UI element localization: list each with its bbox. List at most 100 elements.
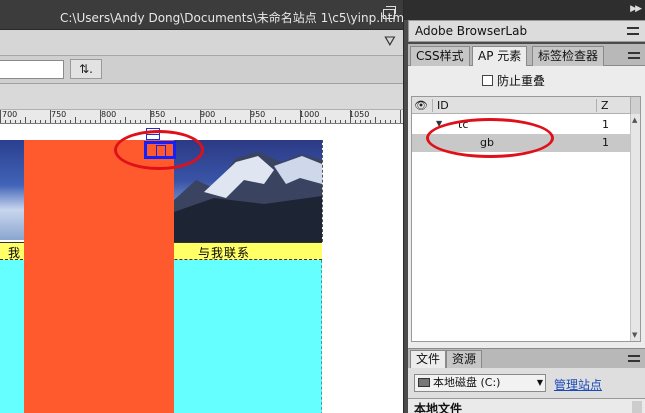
ruler-tick <box>75 117 76 123</box>
column-header-id[interactable]: ID <box>432 99 449 112</box>
tab-tag-inspector[interactable]: 标签检查器 <box>532 46 605 66</box>
ruler-tick <box>205 120 206 123</box>
annotation-ellipse <box>426 118 554 158</box>
restore-window-icon[interactable] <box>383 6 396 19</box>
nav-item[interactable]: 我 <box>8 244 20 261</box>
manage-sites-link[interactable]: 管理站点 <box>554 376 602 393</box>
ruler-tick <box>95 120 96 123</box>
design-canvas[interactable]: 我 与我联系 <box>0 124 403 413</box>
eye-icon[interactable]: 👁 <box>414 99 428 112</box>
tc-ap-div[interactable] <box>24 140 174 413</box>
ruler-tick <box>345 120 346 123</box>
ruler-tick <box>130 120 131 123</box>
ruler-tick <box>105 120 106 123</box>
ap-elements-panel: 防止重叠 👁 ID Z ▼ tc 1 gb 1 ▲ ▼ <box>408 66 645 348</box>
ap-z-index[interactable]: 1 <box>602 118 609 131</box>
ruler-tick <box>220 120 221 123</box>
ruler-tick <box>325 117 326 123</box>
ruler-tick <box>360 120 361 123</box>
ruler-tick <box>100 110 101 123</box>
horizontal-ruler: 700 750 800 850 900 950 1000 1050 <box>0 110 403 124</box>
panel-tabs: CSS样式 AP 元素 标签检查器 <box>408 44 645 66</box>
files-panel-tabs: 文件 资源 <box>408 348 645 369</box>
ruler-label: 700 <box>2 110 18 119</box>
ruler-tick <box>380 120 381 123</box>
ruler-tick <box>260 120 261 123</box>
vertical-scrollbar[interactable]: ▲ ▼ <box>630 114 640 341</box>
panel-menu-icon[interactable] <box>627 27 639 35</box>
ruler-tick <box>240 120 241 123</box>
panel-topbar: ▶▶ <box>404 0 645 20</box>
ruler-tick <box>230 120 231 123</box>
ruler-tick <box>185 120 186 123</box>
ruler-tick <box>315 120 316 123</box>
ruler-tick <box>320 120 321 123</box>
ruler-label: 950 <box>250 110 266 119</box>
ruler-tick <box>110 120 111 123</box>
browserlab-panel-header[interactable]: Adobe BrowserLab <box>408 20 645 42</box>
page-title-input[interactable] <box>0 60 64 79</box>
layout-guide <box>322 140 323 242</box>
local-files-label[interactable]: 本地文件 <box>414 400 462 413</box>
ruler-tick <box>305 120 306 123</box>
chevron-down-icon[interactable]: ▼ <box>537 375 543 391</box>
browserlab-label: Adobe BrowserLab <box>415 24 528 38</box>
ruler-tick <box>90 120 91 123</box>
scroll-down-icon[interactable]: ▼ <box>632 331 637 339</box>
ruler-tick <box>170 120 171 123</box>
ruler-tick <box>375 117 376 123</box>
scroll-up-icon[interactable]: ▲ <box>632 116 637 124</box>
panel-menu-icon[interactable] <box>628 355 640 362</box>
ruler-tick <box>370 120 371 123</box>
ruler-tick <box>5 120 6 123</box>
ruler-label: 800 <box>101 110 117 119</box>
ruler-tick <box>115 120 116 123</box>
ruler-tick <box>20 120 21 123</box>
ruler-tick <box>335 120 336 123</box>
ruler-tick <box>340 120 341 123</box>
toolbar-spacer <box>0 84 403 110</box>
ruler-tick <box>385 120 386 123</box>
ap-z-index[interactable]: 1 <box>602 136 609 149</box>
file-management-button[interactable]: ⇅. <box>70 59 102 79</box>
ruler-tick <box>65 120 66 123</box>
ruler-tick <box>295 120 296 123</box>
banner-image-left <box>0 140 24 240</box>
ruler-label: 1000 <box>299 110 320 119</box>
ruler-tick <box>245 120 246 123</box>
tab-assets[interactable]: 资源 <box>446 350 483 369</box>
ruler-tick <box>225 117 226 123</box>
prevent-overlap-option[interactable]: 防止重叠 <box>482 72 545 89</box>
files-list-header: 本地文件 <box>408 398 645 413</box>
filter-icon[interactable]: ⛛ <box>384 35 396 49</box>
ruler-tick <box>350 110 351 123</box>
ruler-tick <box>155 120 156 123</box>
ruler-tick <box>160 120 161 123</box>
ruler-tick <box>30 120 31 123</box>
document-path: C:\Users\Andy Dong\Documents\未命名站点 1\c5\… <box>60 11 408 25</box>
ruler-tick <box>80 120 81 123</box>
ruler-tick <box>145 120 146 123</box>
ruler-tick <box>390 120 391 123</box>
column-header-z[interactable]: Z <box>596 99 609 112</box>
tab-ap-elements[interactable]: AP 元素 <box>472 46 528 66</box>
ruler-tick <box>175 117 176 123</box>
tab-files[interactable]: 文件 <box>410 350 447 369</box>
nav-item-contact[interactable]: 与我联系 <box>198 244 250 261</box>
collapse-panels-icon[interactable]: ▶▶ <box>630 4 642 14</box>
ruler-tick <box>215 120 216 123</box>
ruler-tick <box>265 120 266 123</box>
ruler-tick <box>200 110 201 123</box>
panel-menu-icon[interactable] <box>628 52 640 59</box>
ruler-tick <box>180 120 181 123</box>
scrollbar[interactable] <box>632 401 642 413</box>
ruler-tick <box>0 110 1 123</box>
prevent-overlap-checkbox[interactable] <box>482 75 493 86</box>
site-select[interactable]: 本地磁盘 (C:) ▼ <box>414 374 546 392</box>
disk-icon <box>418 378 430 387</box>
ruler-tick <box>235 120 236 123</box>
ruler-tick <box>50 110 51 123</box>
ruler-tick <box>365 120 366 123</box>
tab-css-styles[interactable]: CSS样式 <box>410 46 470 66</box>
document-toolbar: ⛛ <box>0 30 403 56</box>
